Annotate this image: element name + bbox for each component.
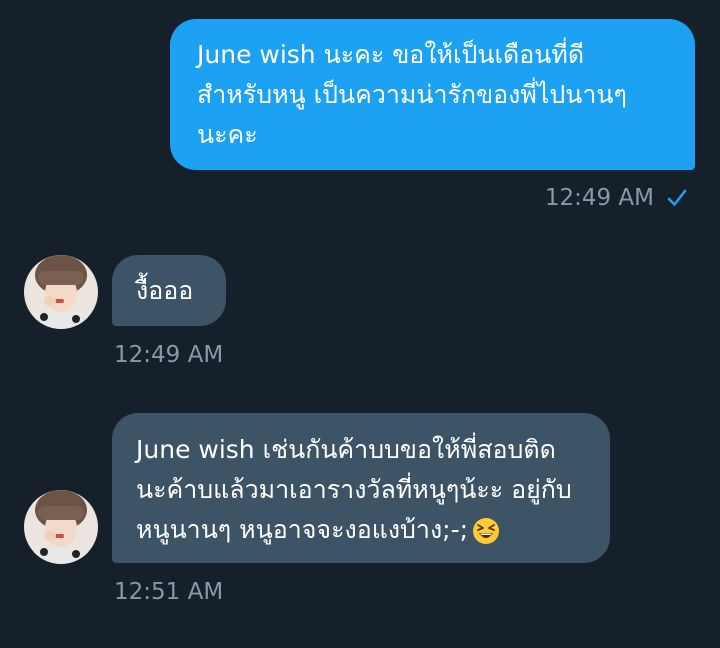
avatar[interactable] <box>24 255 98 329</box>
message-timestamp: 12:49 AM <box>544 185 654 211</box>
message-text-line: งื้อออ <box>136 276 194 305</box>
conversation-thread: June wish นะคะ ขอให้เป็นเดือนที่ดี สำหรั… <box>0 0 720 648</box>
incoming-message-bubble[interactable]: June wish เช่นกันค้าบบขอให้พี่สอบติด นะค… <box>112 413 610 563</box>
avatar[interactable] <box>24 490 98 564</box>
message-text-line: นะค้าบแล้วมาเอารางวัลที่หนูๆน้ะะ อยู่กับ <box>136 475 572 504</box>
outgoing-message-bubble[interactable]: June wish นะคะ ขอให้เป็นเดือนที่ดี สำหรั… <box>170 19 695 170</box>
message-timestamp: 12:51 AM <box>114 579 224 605</box>
grinning-squinting-face-emoji <box>472 517 500 545</box>
message-text: หนูนานๆ หนูอาจจะงอแงบ้าง;-; <box>136 515 469 544</box>
message-meta: 12:49 AM <box>545 183 688 213</box>
message-text-line: June wish เช่นกันค้าบบขอให้พี่สอบติด <box>136 435 556 464</box>
check-icon <box>666 187 688 209</box>
message-timestamp: 12:49 AM <box>114 342 224 368</box>
message-text-line: June wish นะคะ ขอให้เป็นเดือนที่ดี <box>197 40 585 69</box>
message-text-line: นะคะ <box>197 120 258 149</box>
message-text-line: หนูนานๆ หนูอาจจะงอแงบ้าง;-; <box>136 510 600 550</box>
incoming-message-bubble[interactable]: งื้อออ <box>112 255 226 326</box>
message-text-line: สำหรับหนู เป็นความน่ารักของพี่ไปนานๆ <box>197 80 627 109</box>
